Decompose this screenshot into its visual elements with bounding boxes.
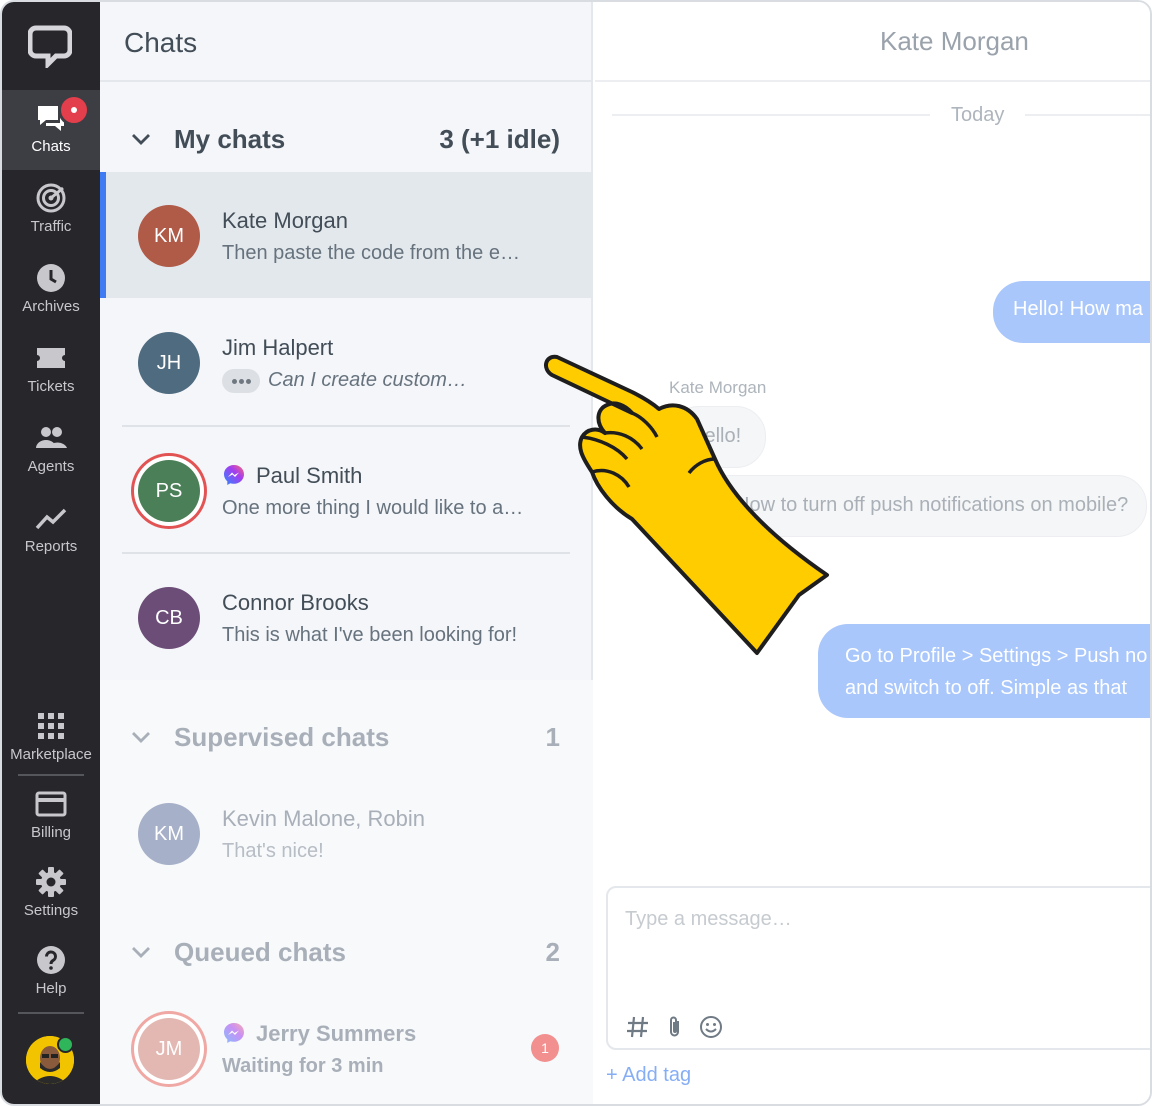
typing-indicator-icon xyxy=(222,369,260,393)
nav-settings-label: Settings xyxy=(23,902,79,919)
grid-icon xyxy=(38,713,64,739)
add-tag-link[interactable]: + Add tag xyxy=(606,1064,691,1087)
traffic-icon xyxy=(36,183,66,213)
gear-icon xyxy=(36,867,66,897)
chevron-down-icon[interactable] xyxy=(130,128,152,150)
queued-chats-count: 2 xyxy=(545,937,560,967)
avatar: KM xyxy=(138,205,200,267)
message-composer[interactable] xyxy=(606,886,1150,1050)
notification-badge xyxy=(58,94,90,126)
avatar: CB xyxy=(138,587,200,649)
supervised-chats-count: 1 xyxy=(545,722,560,752)
message-line: Go to Profile > Settings > Push no xyxy=(845,645,1148,667)
unread-count-badge: 1 xyxy=(531,1034,559,1062)
main-nav: Chats Traffic Archives Tickets Agents Re… xyxy=(2,2,100,1104)
chat-preview: Then paste the code from the e… xyxy=(222,242,520,264)
conversation-header: Kate Morgan xyxy=(595,2,1150,82)
avatar: KM xyxy=(138,803,200,865)
chevron-down-icon[interactable] xyxy=(130,941,152,963)
nav-chats-label: Chats xyxy=(31,138,71,155)
supervised-chats-section-header[interactable]: Supervised chats 1 xyxy=(100,712,593,762)
ticket-icon xyxy=(37,348,65,368)
nav-archives[interactable]: Archives xyxy=(2,250,100,330)
avatar: JM xyxy=(138,1018,200,1080)
attachment-icon[interactable] xyxy=(662,1014,688,1040)
chat-list-header: Chats xyxy=(100,2,593,82)
emoji-icon[interactable] xyxy=(698,1014,724,1040)
chat-row-connor-brooks[interactable]: CB Connor Brooks This is what I've been … xyxy=(100,554,593,680)
card-icon xyxy=(35,791,67,817)
nav-billing[interactable]: Billing xyxy=(2,776,100,856)
chat-row-jim-halpert[interactable]: JH Jim Halpert Can I create custom… xyxy=(100,299,593,425)
day-divider-line xyxy=(612,114,930,116)
page-title: Chats xyxy=(124,27,198,58)
chat-row-kevin-malone[interactable]: KM Kevin Malone, Robin That's nice! xyxy=(100,770,593,896)
lower-sections: Supervised chats 1 KM Kevin Malone, Robi… xyxy=(100,680,593,1104)
nav-reports-label: Reports xyxy=(24,538,78,555)
nav-help[interactable]: Help xyxy=(2,932,100,1012)
chevron-down-icon[interactable] xyxy=(130,726,152,748)
messenger-icon xyxy=(224,1023,244,1043)
nav-marketplace-label: Marketplace xyxy=(10,746,92,763)
livechat-logo-icon xyxy=(28,25,72,68)
nav-agents[interactable]: Agents xyxy=(2,410,100,490)
nav-traffic[interactable]: Traffic xyxy=(2,170,100,250)
avatar: JH xyxy=(138,332,200,394)
avatar: PS xyxy=(138,460,200,522)
app-window: Chats Traffic Archives Tickets Agents Re… xyxy=(0,0,1152,1106)
pointing-hand-icon xyxy=(544,354,829,655)
day-divider-line xyxy=(1025,114,1150,116)
nav-reports[interactable]: Reports xyxy=(2,490,100,570)
my-chats-count: 3 (+1 idle) xyxy=(439,124,560,154)
chat-name: Kate Morgan xyxy=(222,208,348,233)
chat-name: Jerry Summers xyxy=(256,1021,417,1046)
nav-traffic-label: Traffic xyxy=(30,218,72,235)
message-input[interactable] xyxy=(625,908,1125,931)
chat-preview: One more thing I would like to a… xyxy=(222,497,524,519)
nav-agents-label: Agents xyxy=(27,458,75,475)
chat-preview: Can I create custom… xyxy=(268,369,467,391)
selected-indicator xyxy=(100,172,106,298)
chat-name: Paul Smith xyxy=(256,463,363,488)
queued-chats-title: Queued chats xyxy=(174,937,346,967)
chat-preview: That's nice! xyxy=(222,840,324,862)
hashtag-icon[interactable] xyxy=(625,1014,651,1040)
message-bubble-outgoing: Hello! How ma xyxy=(993,281,1150,343)
chat-preview: Waiting for 3 min xyxy=(222,1055,384,1077)
chat-name: Connor Brooks xyxy=(222,590,369,615)
chat-name: Kevin Malone, Robin xyxy=(222,806,426,831)
chat-row-jerry-summers[interactable]: JM Jerry Summers Waiting for 3 min xyxy=(100,985,593,1104)
nav-tickets-label: Tickets xyxy=(27,378,75,395)
my-chats-title: My chats xyxy=(174,124,286,154)
chat-name: Jim Halpert xyxy=(222,335,334,360)
reports-icon xyxy=(35,508,67,530)
chat-row-kate-morgan[interactable]: KM Kate Morgan Then paste the code from … xyxy=(100,172,593,298)
chat-row-paul-smith[interactable]: PS Paul Smith One more thing I would lik… xyxy=(100,427,593,553)
online-status-dot xyxy=(57,1036,74,1053)
day-divider-label: Today xyxy=(951,104,1005,126)
nav-divider xyxy=(18,1012,84,1014)
nav-billing-label: Billing xyxy=(30,824,72,841)
nav-tickets[interactable]: Tickets xyxy=(2,330,100,410)
chat-preview: This is what I've been looking for! xyxy=(222,624,518,646)
conversation-title: Kate Morgan xyxy=(880,26,1029,56)
help-icon xyxy=(37,946,65,974)
nav-help-label: Help xyxy=(35,980,67,997)
messenger-icon xyxy=(224,465,244,485)
nav-settings[interactable]: Settings xyxy=(2,854,100,934)
queued-chats-section-header[interactable]: Queued chats 2 xyxy=(100,927,593,977)
message-bubble-outgoing: Go to Profile > Settings > Push no and s… xyxy=(818,624,1150,718)
nav-marketplace[interactable]: Marketplace xyxy=(2,698,100,778)
clock-icon xyxy=(37,264,65,292)
supervised-chats-title: Supervised chats xyxy=(174,722,390,752)
nav-archives-label: Archives xyxy=(22,298,80,315)
my-chats-section-header[interactable]: My chats 3 (+1 idle) xyxy=(100,114,593,164)
agents-icon xyxy=(36,427,67,448)
message-line: and switch to off. Simple as that xyxy=(845,677,1128,699)
chat-list-panel: Chats My chats 3 (+1 idle) KM Kate Morga… xyxy=(100,2,593,1104)
